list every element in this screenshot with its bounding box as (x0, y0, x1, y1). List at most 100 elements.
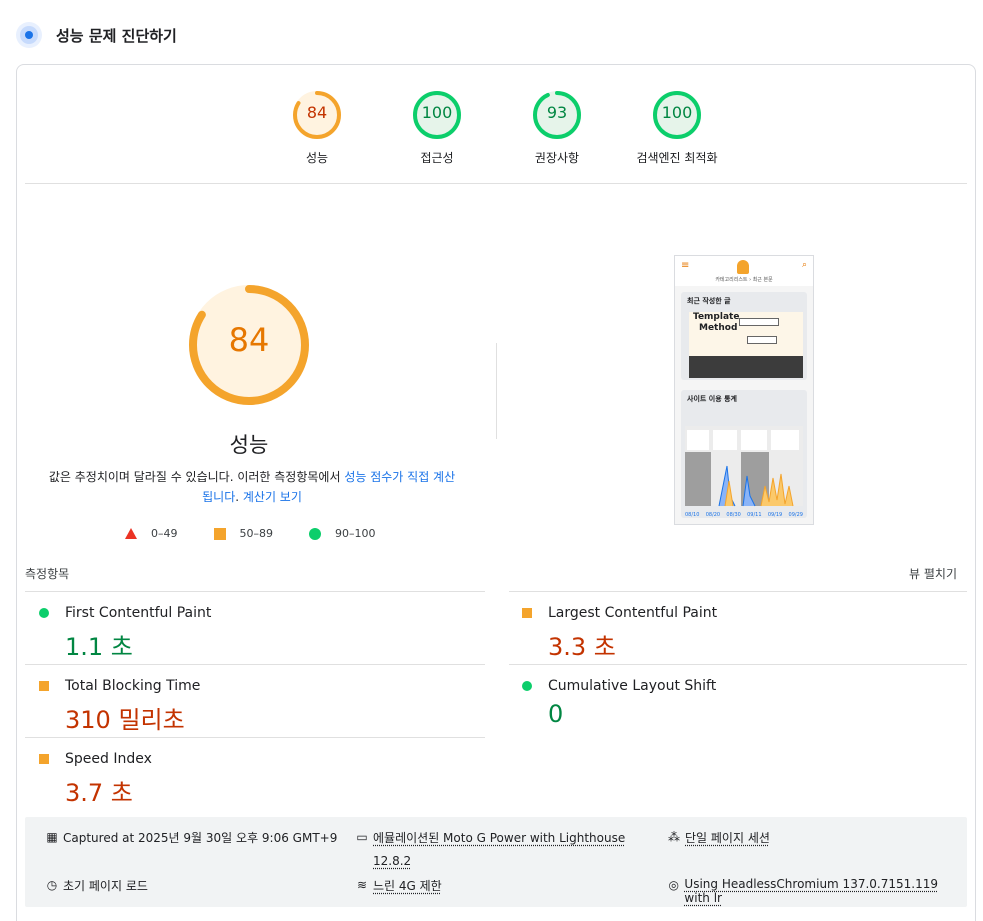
thumb-site-stats: 사이트 이용 통계 08/10 08/20 08/30 09/11 09/19 … (681, 390, 807, 518)
metric-value: 3.3 초 (548, 633, 616, 661)
info-text: 에뮬레이션된 Moto G Power with Lighthouse 12.8… (373, 829, 625, 868)
gauge-accessibility[interactable]: 100 접근성 (382, 89, 492, 166)
thumb-breadcrumb: 카테고리리스트 › 최근 본문 (675, 276, 813, 286)
metric-value: 310 밀리초 (65, 706, 185, 734)
legend-item-pass: 90–100 (309, 527, 376, 540)
axis-label: 08/10 (685, 512, 700, 518)
info-text: 단일 페이지 세션 (685, 831, 770, 845)
thumb-post-title: Template Method (693, 312, 739, 334)
score-legend: 0–49 50–89 90–100 (125, 527, 412, 540)
pass-dot-icon (522, 681, 532, 691)
triangle-icon (125, 528, 137, 539)
device-icon: ▭ (356, 830, 368, 844)
info-device[interactable]: ▭ 에뮬레이션된 Moto G Power with Lighthouse 12… (355, 829, 625, 868)
thumb-topbar: ≡ ⌕ (675, 256, 813, 276)
timer-icon: ◷ (46, 878, 58, 892)
divider (25, 664, 485, 665)
menu-icon: ≡ (681, 260, 690, 271)
thumb-post-bar (689, 356, 803, 378)
diagram-box (747, 336, 777, 344)
info-browser[interactable]: ◎ Using HeadlessChromium 137.0.7151.119 … (667, 877, 967, 905)
expand-view-button[interactable]: 뷰 펼치기 (909, 565, 957, 582)
final-screenshot[interactable]: ≡ ⌕ 카테고리리스트 › 최근 본문 최근 작성한 글 Template Me… (674, 255, 814, 525)
info-captured: ▦ Captured at 2025년 9월 30일 오후 9:06 GMT+9 (45, 829, 337, 846)
info-text: 느린 4G 제한 (373, 879, 442, 893)
metric-name: Total Blocking Time (65, 678, 201, 694)
metric-fcp: First Contentful Paint 1.1 초 (25, 605, 485, 662)
gauge-label: 접근성 (420, 151, 454, 165)
category-gauges: 84 성능 100 접근성 93 권장사항 100 검색엔진 최적화 (17, 89, 975, 179)
gauge-score: 84 (306, 103, 328, 122)
divider (25, 183, 967, 184)
performance-title: 성능 (229, 433, 269, 457)
metric-tbt: Total Blocking Time 310 밀리초 (25, 678, 485, 735)
thumb-panel-title: 최근 작성한 글 (687, 297, 731, 305)
info-session[interactable]: ⁂ 단일 페이지 세션 (667, 829, 770, 846)
lighthouse-icon (16, 22, 42, 48)
legend-label: 50–89 (239, 527, 274, 540)
info-load: ◷ 초기 페이지 로드 (45, 877, 148, 894)
metric-si: Speed Index 3.7 초 (25, 751, 485, 808)
square-icon (213, 527, 226, 540)
performance-big-gauge: 84 (187, 283, 311, 407)
info-network[interactable]: ≋ 느린 4G 제한 (355, 877, 442, 894)
average-square-icon (522, 608, 532, 618)
gauge-best-practices[interactable]: 93 권장사항 (502, 89, 612, 166)
gauge-score: 100 (421, 103, 453, 122)
report-card: 84 성능 100 접근성 93 권장사항 100 검색엔진 최적화 84 성능… (16, 64, 976, 921)
description-sep: . (235, 490, 243, 504)
divider (25, 591, 485, 592)
runtime-settings: ▦ Captured at 2025년 9월 30일 오후 9:06 GMT+9… (25, 817, 967, 907)
metrics-header: 측정항목 뷰 펼치기 (25, 565, 967, 582)
info-device-line: 에뮬레이션된 Moto G Power with Lighthouse (373, 831, 626, 845)
gauge-seo[interactable]: 100 검색엔진 최적화 (622, 89, 732, 166)
gauge-score: 93 (546, 103, 568, 122)
calendar-icon: ▦ (46, 830, 58, 844)
diagram-box (739, 318, 779, 326)
legend-label: 90–100 (335, 527, 376, 540)
chrome-icon: ◎ (668, 878, 679, 892)
pass-dot-icon (39, 608, 49, 618)
wifi-icon: ≋ (356, 878, 368, 892)
legend-label: 0–49 (151, 527, 178, 540)
legend-item-average: 50–89 (213, 527, 274, 540)
gauge-label: 권장사항 (534, 151, 580, 165)
divider-vertical (496, 343, 497, 439)
divider (25, 737, 485, 738)
gauge-performance[interactable]: 84 성능 (262, 89, 372, 166)
thumb-panel-title: 사이트 이용 통계 (687, 395, 737, 403)
metric-name: First Contentful Paint (65, 605, 212, 621)
axis-label: 09/29 (788, 512, 803, 518)
description-text: 값은 추정치이며 달라질 수 있습니다. 이러한 측정항목에서 (48, 470, 345, 484)
thumb-stats-chart (685, 426, 803, 507)
gauge-score: 100 (661, 103, 693, 122)
thumb-recent-posts: 최근 작성한 글 Template Method (681, 292, 807, 380)
big-gauge-score: 84 (228, 321, 270, 359)
metric-name: Largest Contentful Paint (548, 605, 718, 621)
page-header: 성능 문제 진단하기 (16, 22, 177, 48)
thumb-post-title-line: Template (693, 312, 740, 322)
search-icon: ⌕ (801, 260, 807, 270)
calculator-link[interactable]: 계산기 보기 (243, 490, 302, 504)
average-square-icon (39, 754, 49, 764)
axis-label: 08/20 (705, 512, 721, 518)
divider (509, 664, 967, 665)
legend-item-fail: 0–49 (125, 527, 178, 540)
circle-icon (309, 527, 321, 540)
average-square-icon (39, 681, 49, 691)
page-title: 성능 문제 진단하기 (56, 26, 177, 45)
info-text: Captured at 2025년 9월 30일 오후 9:06 GMT+9 (63, 831, 338, 845)
metric-value: 1.1 초 (65, 633, 133, 661)
metric-cls: Cumulative Layout Shift 0 (508, 678, 968, 728)
thumb-post-title-line: Method (699, 323, 738, 333)
gauge-label: 성능 (305, 151, 329, 165)
metric-value: 3.7 초 (65, 779, 133, 807)
metric-name: Speed Index (65, 751, 152, 767)
thumb-axis: 08/10 08/20 08/30 09/11 09/19 09/29 (685, 512, 803, 518)
axis-label: 09/11 (747, 512, 762, 518)
score-description: 값은 추정치이며 달라질 수 있습니다. 이러한 측정항목에서 성능 점수가 직… (47, 467, 457, 507)
metric-name: Cumulative Layout Shift (548, 678, 717, 694)
divider (509, 591, 967, 592)
axis-label: 09/19 (767, 512, 783, 518)
metrics-title: 측정항목 (25, 567, 70, 581)
